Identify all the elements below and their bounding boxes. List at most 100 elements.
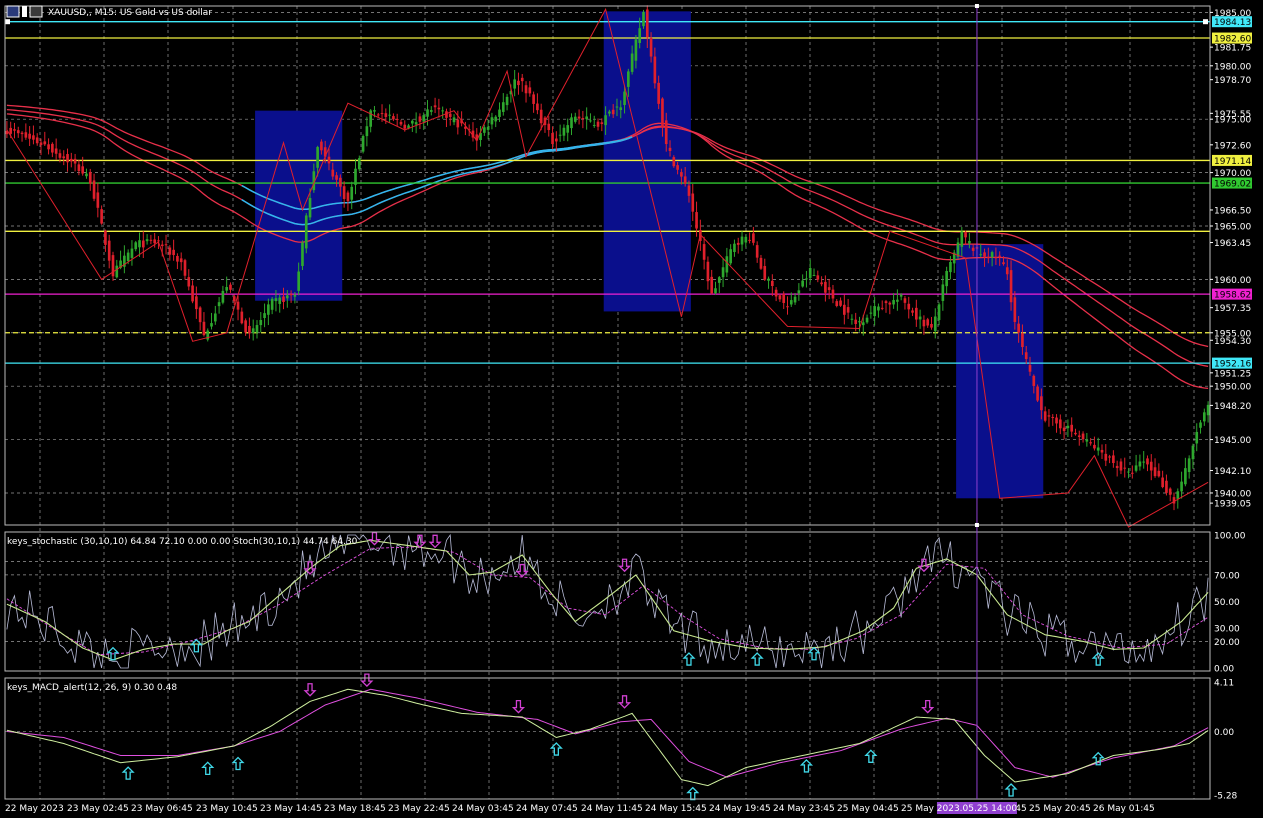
candle-body: [1100, 449, 1104, 453]
time-axis-label: 24 May 23:45: [773, 804, 835, 814]
candle-body: [649, 37, 653, 57]
candle-body: [92, 180, 96, 199]
candle-body: [918, 316, 922, 320]
candle-body: [236, 301, 240, 310]
candle-body: [774, 289, 778, 297]
chart-grid-icon[interactable]: [22, 6, 27, 17]
candle-body: [441, 110, 444, 112]
cursor-handle-top[interactable]: [974, 4, 979, 8]
candle-body: [1051, 416, 1055, 418]
candle-body: [1119, 461, 1123, 471]
candle-body: [494, 116, 498, 122]
candle-body: [733, 243, 736, 253]
cursor-handle-bottom[interactable]: [974, 523, 979, 527]
candle-body: [134, 242, 138, 250]
candle-body: [623, 91, 626, 105]
candle-body: [1142, 461, 1146, 463]
candle-body: [1093, 444, 1096, 449]
chart-window-icon[interactable]: [29, 5, 43, 18]
price-axis-label: 1972.60: [1214, 141, 1251, 151]
price-level-tag-label: 1971.14: [1214, 157, 1251, 167]
candle-body: [304, 215, 308, 249]
time-axis-label: 23 May 06:45: [131, 804, 193, 814]
candle-body: [490, 117, 494, 125]
chart-menu-icon[interactable]: [6, 5, 20, 18]
candle-body: [210, 323, 213, 327]
candle-body: [1062, 427, 1066, 432]
price-level-tag-label: 1958.62: [1214, 291, 1251, 301]
price-axis-label: 1950.00: [1214, 383, 1251, 393]
candle-body: [1191, 445, 1195, 460]
candle-body: [316, 147, 319, 168]
time-axis-label: 24 May 11:45: [581, 804, 643, 814]
time-axis-label: 24 May 03:45: [452, 804, 514, 814]
level-handle-left[interactable]: [5, 19, 10, 25]
macd-label: keys_MACD_alert(12, 26, 9) 0.30 0.48: [7, 683, 177, 693]
candle-body: [373, 110, 376, 112]
candle-body: [350, 186, 354, 200]
candle-body: [1032, 375, 1036, 386]
price-axis-label: 1963.45: [1214, 239, 1251, 249]
candle-body: [896, 299, 899, 302]
time-axis-label: 23 May 18:45: [324, 804, 386, 814]
candle-body: [680, 172, 683, 177]
candle-body: [642, 11, 645, 27]
time-axis-label: 22 May 2023: [5, 804, 64, 814]
candle-body: [35, 137, 39, 144]
candle-body: [971, 247, 975, 251]
candle-body: [1176, 491, 1180, 499]
candle-body: [278, 297, 282, 304]
candle-body: [501, 102, 505, 112]
price-axis-label: 1957.35: [1214, 304, 1251, 314]
candle-body: [1005, 267, 1009, 275]
stoch-axis-label: 0.00: [1214, 665, 1234, 675]
candle-body: [1028, 365, 1032, 372]
candle-body: [877, 306, 880, 311]
candle-body: [69, 158, 73, 162]
candle-body: [179, 258, 183, 263]
candle-body: [437, 107, 441, 110]
candle-body: [320, 141, 323, 151]
candle-body: [1206, 404, 1210, 416]
candle-body: [1108, 456, 1111, 458]
candle-body: [551, 133, 554, 145]
candle-body: [160, 244, 164, 247]
candle-body: [251, 328, 255, 334]
candle-body: [62, 156, 66, 159]
time-axis-label: 26 May 01:45: [1093, 804, 1155, 814]
candle-body: [691, 193, 695, 212]
stochastic-label: keys_stochastic (30,10,10) 64.84 72.10 0…: [7, 537, 358, 547]
candle-body: [615, 106, 619, 108]
candle-body: [232, 296, 236, 302]
candle-body: [259, 320, 263, 326]
candle-body: [399, 121, 403, 125]
candle-body: [581, 117, 585, 119]
candle-body: [411, 120, 414, 124]
candle-body: [445, 111, 448, 118]
candle-body: [608, 111, 611, 114]
candle-body: [263, 313, 266, 319]
candle-body: [1074, 432, 1077, 435]
candle-body: [274, 298, 278, 302]
candle-body: [225, 287, 229, 291]
candle-body: [661, 98, 664, 127]
level-handle-right[interactable]: [1203, 19, 1208, 25]
candle-body: [149, 239, 153, 241]
time-axis-label: 24 May 19:45: [709, 804, 771, 814]
candle-body: [335, 175, 338, 180]
candle-body: [1157, 470, 1161, 477]
candle-body: [54, 148, 58, 154]
candle-body: [1168, 488, 1172, 495]
candle-body: [717, 277, 721, 283]
candle-body: [1040, 396, 1043, 411]
trading-chart[interactable]: 1984.131982.601971.141969.021958.621952.…: [0, 0, 1263, 818]
candle-body: [308, 198, 312, 218]
candle-body: [73, 158, 77, 164]
candle-body: [555, 138, 558, 142]
candle-body: [297, 271, 300, 291]
candle-body: [126, 252, 130, 262]
candle-body: [217, 302, 221, 307]
price-axis-label: 1951.25: [1214, 369, 1251, 379]
price-axis-label: 1978.70: [1214, 76, 1251, 86]
candle-body: [77, 164, 81, 171]
